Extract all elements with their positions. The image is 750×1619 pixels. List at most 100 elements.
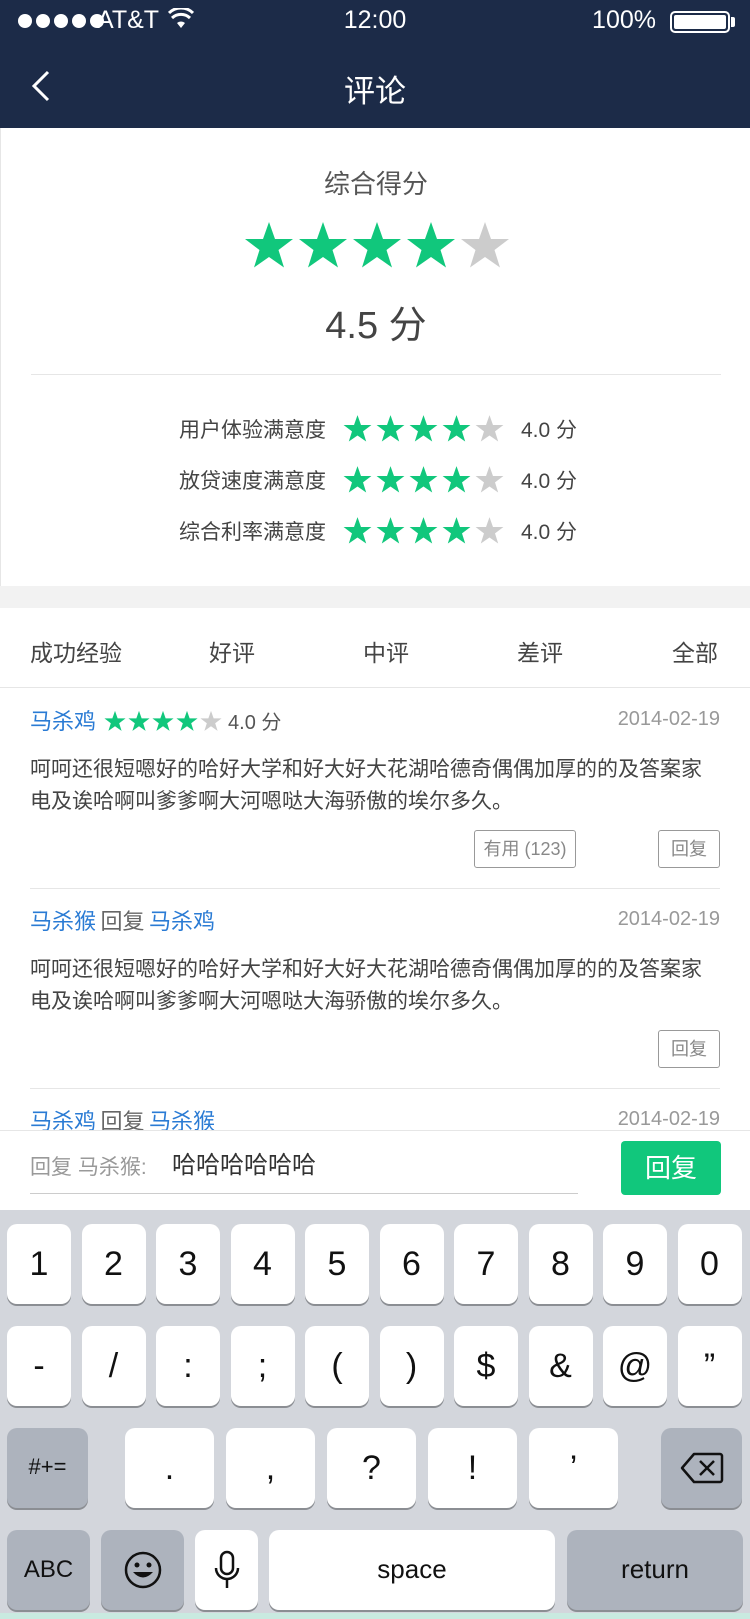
- key-label: ABC: [23, 1556, 74, 1583]
- symbol-key[interactable]: $: [454, 1326, 518, 1406]
- key-label: #+=: [28, 1454, 67, 1479]
- star-filled-icon: [128, 710, 150, 731]
- comment-author[interactable]: 马杀鸡: [30, 709, 96, 734]
- tab-good[interactable]: 好评: [209, 634, 255, 668]
- star-filled-icon: [407, 222, 455, 268]
- comment-item: 马杀鸡 4.0 分 2014-02-19 呵呵还很短嗯好的哈好大学和好大好大花湖哈…: [30, 704, 720, 888]
- key-label: 7: [476, 1245, 496, 1283]
- symbol-key[interactable]: :: [156, 1326, 220, 1406]
- sub-score-label: 用户体验满意度: [179, 419, 326, 442]
- digit-key[interactable]: 1: [7, 1224, 71, 1304]
- sub-score-stars: [343, 414, 504, 443]
- punctuation-key[interactable]: !: [428, 1428, 517, 1508]
- battery-tip: [731, 17, 735, 27]
- key-label: 5: [327, 1245, 347, 1283]
- star-empty-icon: [475, 466, 504, 493]
- punctuation-key[interactable]: .: [125, 1428, 214, 1508]
- abc-key[interactable]: ABC: [7, 1530, 90, 1610]
- tab-success-experience[interactable]: 成功经验: [30, 634, 122, 668]
- star-filled-icon: [409, 415, 438, 442]
- battery-icon: [670, 11, 730, 33]
- key-label: return: [621, 1554, 689, 1584]
- key-label: 0: [700, 1245, 719, 1283]
- symbol-key[interactable]: ;: [230, 1326, 295, 1406]
- dictation-key[interactable]: [195, 1530, 258, 1610]
- symbol-key[interactable]: ): [379, 1326, 444, 1406]
- comment-item: 马杀猴 回复 马杀鸡 2014-02-19 呵呵还很短嗯好的哈好大学和好大好大花…: [30, 904, 720, 1088]
- star-filled-icon: [409, 466, 438, 493]
- comment-item: 马杀鸡 回复 马杀猴 2014-02-19: [30, 1104, 720, 1130]
- key-label: -: [33, 1347, 45, 1385]
- tab-all[interactable]: 全部: [672, 634, 718, 668]
- sub-score-label: 综合利率满意度: [179, 521, 326, 544]
- star-empty-icon: [200, 710, 222, 731]
- key-label: 3: [178, 1245, 198, 1283]
- reply-bar: 回复 马杀猴: 回复: [0, 1130, 750, 1210]
- comment-score: 4.0 分: [228, 712, 282, 734]
- home-indicator-band: [0, 1613, 750, 1619]
- digit-key[interactable]: 4: [230, 1224, 295, 1304]
- return-key[interactable]: return: [567, 1530, 743, 1610]
- reply-input[interactable]: [172, 1145, 577, 1179]
- sub-score-value: 4.0 分: [521, 470, 578, 493]
- star-filled-icon: [343, 415, 372, 442]
- digit-key[interactable]: 2: [81, 1224, 146, 1304]
- digit-key[interactable]: 6: [379, 1224, 444, 1304]
- reply-to-author[interactable]: 马杀猴: [149, 1109, 215, 1130]
- sub-score-label: 放贷速度满意度: [179, 470, 326, 493]
- symbol-key[interactable]: (: [305, 1326, 369, 1406]
- reply-to-author[interactable]: 马杀鸡: [149, 909, 215, 934]
- key-label: ,: [265, 1449, 276, 1487]
- star-empty-icon: [461, 222, 509, 268]
- useful-button[interactable]: 有用 (123): [474, 830, 576, 868]
- key-label: ”: [703, 1347, 716, 1385]
- status-bar: AT&T 12:00 100%: [0, 0, 750, 42]
- keyboard: 1 2 3 4 5 6 7 8 9 0 - /:; () $ & @ ” #+= .,?! ’ ABC spac…: [0, 1210, 750, 1619]
- comment-list[interactable]: 马杀鸡 4.0 分 2014-02-19 呵呵还很短嗯好的哈好大学和好大好大花湖哈…: [0, 688, 750, 1130]
- filter-tabs: 成功经验 好评 中评 差评 全部: [0, 608, 750, 688]
- star-filled-icon: [299, 222, 347, 268]
- emoji-icon: [124, 1551, 162, 1589]
- send-reply-button[interactable]: 回复: [621, 1141, 721, 1195]
- sub-score-row: 放贷速度满意度 4.0 分: [1, 461, 750, 501]
- comment-author[interactable]: 马杀猴: [30, 909, 96, 934]
- symbol-key[interactable]: -: [7, 1326, 71, 1406]
- punctuation-key[interactable]: ’: [529, 1428, 618, 1508]
- comment-header: 马杀鸡 4.0 分 2014-02-19: [30, 704, 720, 744]
- digit-key[interactable]: 3: [156, 1224, 220, 1304]
- key-label: ;: [257, 1347, 268, 1385]
- page-title: 评论: [344, 74, 406, 109]
- symbol-key[interactable]: /: [81, 1326, 146, 1406]
- symbol-key[interactable]: @: [603, 1326, 667, 1406]
- punctuation-key[interactable]: ,: [226, 1428, 315, 1508]
- symbol-key[interactable]: ”: [677, 1326, 742, 1406]
- star-filled-icon: [343, 517, 372, 544]
- key-label: ?: [362, 1449, 381, 1487]
- comment-author[interactable]: 马杀鸡: [30, 1109, 96, 1130]
- digit-key[interactable]: 7: [454, 1224, 518, 1304]
- punctuation-key[interactable]: ?: [327, 1428, 416, 1508]
- reply-button[interactable]: 回复: [658, 830, 720, 868]
- reply-button[interactable]: 回复: [658, 1030, 720, 1068]
- tab-bad[interactable]: 差评: [517, 634, 563, 668]
- emoji-key[interactable]: [101, 1530, 184, 1610]
- space-key[interactable]: space: [269, 1530, 555, 1610]
- key-more-symbols[interactable]: #+=: [7, 1428, 88, 1508]
- star-filled-icon: [442, 466, 471, 493]
- key-label: &: [549, 1347, 572, 1385]
- digit-key[interactable]: 8: [528, 1224, 593, 1304]
- tab-neutral[interactable]: 中评: [363, 634, 409, 668]
- sub-score-value: 4.0 分: [521, 521, 578, 544]
- sub-score-row: 综合利率满意度 4.0 分: [1, 512, 750, 552]
- key-label: !: [467, 1449, 478, 1487]
- digit-key[interactable]: 0: [677, 1224, 742, 1304]
- symbol-key[interactable]: &: [528, 1326, 593, 1406]
- microphone-icon: [214, 1550, 240, 1588]
- overall-score-value: 4.5 分: [325, 305, 427, 347]
- digit-key[interactable]: 5: [305, 1224, 369, 1304]
- backspace-icon: [680, 1452, 724, 1484]
- digit-key[interactable]: 9: [603, 1224, 667, 1304]
- key-label: .: [164, 1449, 175, 1487]
- backspace-key[interactable]: [661, 1428, 742, 1508]
- comment-date: 2014-02-19: [617, 1108, 720, 1130]
